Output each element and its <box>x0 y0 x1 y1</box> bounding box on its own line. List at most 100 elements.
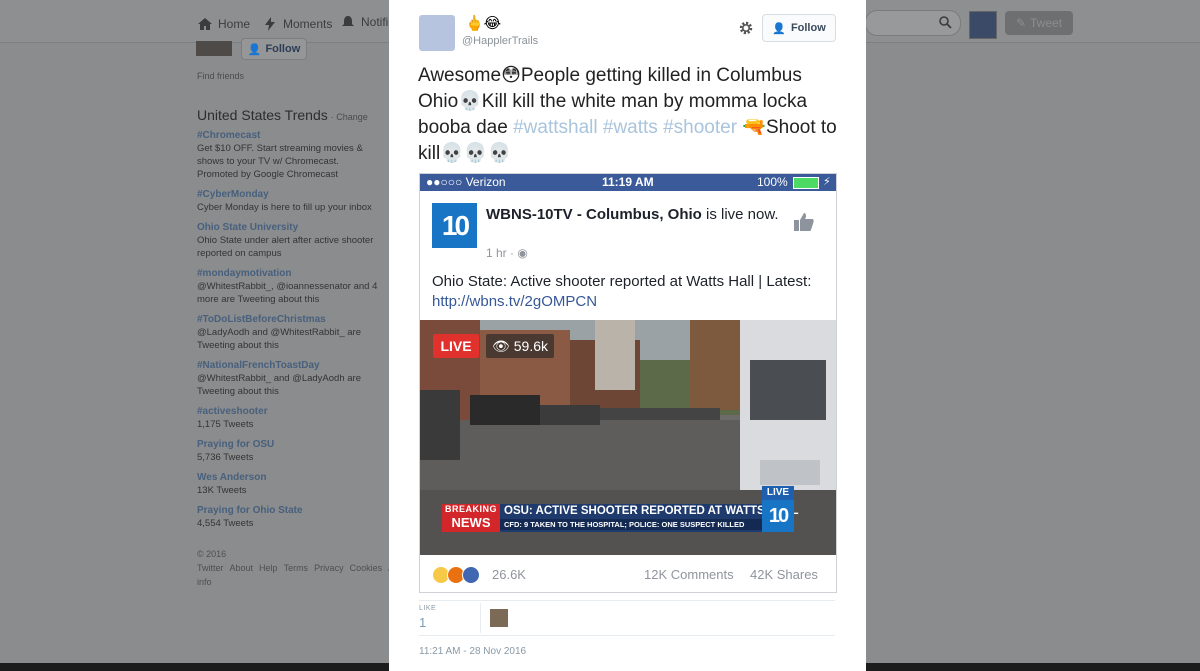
fb-post-time-text: 1 hr · <box>486 246 518 260</box>
fb-page-name: WBNS-10TV - Columbus, Ohio <box>486 206 702 223</box>
footer-link[interactable]: About <box>230 563 254 573</box>
news-label: NEWS <box>451 515 491 530</box>
trends-change-link[interactable]: · Change <box>331 112 368 122</box>
tweet-timestamp[interactable]: 11:21 AM - 28 Nov 2016 <box>419 646 526 657</box>
footer-link[interactable]: Help <box>259 563 278 573</box>
trend-description: @LadyAodh and @WhitestRabbit_ are Tweeti… <box>197 327 361 351</box>
ticker-headline: OSU: ACTIVE SHOOTER REPORTED AT WATTS HA… <box>504 505 799 517</box>
hashtag-link[interactable]: #watts <box>603 117 658 138</box>
footer-link[interactable]: Terms <box>284 563 309 573</box>
reaction-count: 26.6K <box>492 567 526 582</box>
channel-bug: LIVE 10 <box>762 486 794 532</box>
stats-vertical-divider <box>480 603 481 633</box>
trend-description: @WhitestRabbit_, @ioannessenator and 4 m… <box>197 281 378 305</box>
trend-description: Cyber Monday is here to fill up your inb… <box>197 202 372 213</box>
trend-item[interactable]: #mondaymotivation @WhitestRabbit_, @ioann… <box>197 267 387 306</box>
battery-icon <box>793 177 819 189</box>
trend-name[interactable]: #Chromecast <box>197 129 387 142</box>
trend-name[interactable]: Wes Anderson <box>197 471 387 484</box>
author-avatar[interactable] <box>419 15 455 51</box>
tweet-button-label: Tweet <box>1030 16 1063 30</box>
stats-divider-top <box>419 600 835 601</box>
fb-post-time: 1 hr · ◉ <box>486 246 528 260</box>
trend-name[interactable]: Ohio State University <box>197 221 387 234</box>
follow-user-icon: 👤 <box>772 22 786 35</box>
trend-item[interactable]: #ToDoListBeforeChristmas @LadyAodh and @W… <box>197 313 387 352</box>
like-label: LIKE <box>419 605 437 612</box>
viewer-count: 👁 59.6k <box>486 334 554 358</box>
fb-post-body: Ohio State: Active shooter reported at W… <box>432 273 812 290</box>
trend-item[interactable]: Ohio State University Ohio State under al… <box>197 221 387 260</box>
trend-name[interactable]: Praying for OSU <box>197 438 387 451</box>
sidebar-follow-label: Follow <box>265 43 301 55</box>
hashtag-link[interactable]: #wattshall <box>513 117 598 138</box>
suggested-user-avatar <box>196 41 232 56</box>
author-handle[interactable]: @HapplerTrails <box>462 35 538 47</box>
trend-list: #Chromecast Get $10 OFF. Start streaming … <box>197 129 387 530</box>
breaking-label: BREAKING <box>444 504 497 514</box>
home-icon <box>198 18 212 30</box>
footer-link[interactable]: © 2016 Twitter <box>197 549 226 573</box>
fb-post-text: Ohio State: Active shooter reported at W… <box>432 272 822 312</box>
live-badge: LIVE <box>433 334 479 358</box>
comment-count: 12K Comments <box>644 567 734 582</box>
tweet-image[interactable]: ●●○○○ Verizon 11:19 AM 100% ⚡ 10 WBNS-10… <box>419 173 837 593</box>
footer-link[interactable]: Cookies <box>350 563 383 573</box>
trend-name[interactable]: #mondaymotivation <box>197 267 387 280</box>
nav-moments[interactable]: Moments <box>262 16 332 32</box>
ticker-subline: CFD: 9 TAKEN TO THE HOSPITAL; POLICE: ON… <box>500 519 762 530</box>
tweet-text: Awesome😳People getting killed in Columbu… <box>418 63 843 167</box>
channel-bug-live: LIVE <box>762 486 794 500</box>
trend-name[interactable]: #ToDoListBeforeChristmas <box>197 313 387 326</box>
find-friends-link[interactable]: Find friends <box>197 71 244 81</box>
trend-item[interactable]: Wes Anderson 13K Tweets <box>197 471 387 497</box>
phone-status-bar: ●●○○○ Verizon 11:19 AM 100% ⚡ <box>420 174 836 191</box>
trend-description: 5,736 Tweets <box>197 452 254 463</box>
liker-avatar[interactable] <box>490 609 508 627</box>
footer-link[interactable]: Privacy <box>314 563 344 573</box>
trend-item[interactable]: #activeshooter 1,175 Tweets <box>197 405 387 431</box>
nav-home[interactable]: Home <box>197 16 250 32</box>
globe-icon: ◉ <box>517 246 528 260</box>
live-video-frame: LIVE 👁 59.6k BREAKING NEWS OSU: ACTIVE SH… <box>420 320 836 555</box>
reaction-icons <box>432 566 480 584</box>
trend-description: 1,175 Tweets <box>197 419 254 430</box>
author-name[interactable]: 🖕😂 <box>465 14 501 32</box>
tweet-button[interactable]: ✎ Tweet <box>1005 11 1073 35</box>
trend-name[interactable]: #activeshooter <box>197 405 387 418</box>
trends-title: United States Trends · Change <box>197 107 387 123</box>
trend-name[interactable]: #NationalFrenchToastDay <box>197 359 387 372</box>
like-count[interactable]: 1 <box>419 615 426 630</box>
gear-icon[interactable] <box>738 20 754 36</box>
trend-item[interactable]: #CyberMonday Cyber Monday is here to fill… <box>197 188 387 214</box>
profile-avatar[interactable] <box>969 11 997 39</box>
trend-item[interactable]: Praying for Ohio State 4,554 Tweets <box>197 504 387 530</box>
trend-item[interactable]: Praying for OSU 5,736 Tweets <box>197 438 387 464</box>
trends-panel: United States Trends · Change #Chromecast… <box>197 107 387 537</box>
fb-page-suffix: is live now. <box>701 206 779 223</box>
channel-bug-number: 10 <box>762 500 794 532</box>
hashtag-link[interactable]: #shooter <box>663 117 737 138</box>
follow-icon: 👤 <box>247 43 262 56</box>
carrier-text: ●●○○○ Verizon <box>426 175 506 189</box>
fb-post-link: http://wbns.tv/2gOMPCN <box>432 293 598 310</box>
follow-button[interactable]: 👤 Follow <box>762 14 836 42</box>
trend-description: Ohio State under alert after active shoo… <box>197 235 374 259</box>
status-time: 11:19 AM <box>602 175 654 189</box>
tweet-modal: 🖕😂 @HapplerTrails 👤 Follow Awesome😳Peopl… <box>389 0 866 671</box>
fb-page-title: WBNS-10TV - Columbus, Ohio is live now. <box>486 205 786 224</box>
trend-name[interactable]: Praying for Ohio State <box>197 504 387 517</box>
trend-promoted: Promoted by Google Chromecast <box>197 169 338 180</box>
news-ticker: OSU: ACTIVE SHOOTER REPORTED AT WATTS HA… <box>500 504 799 532</box>
trend-item[interactable]: #NationalFrenchToastDay @WhitestRabbit_ a… <box>197 359 387 398</box>
trends-title-text: United States Trends <box>197 107 328 123</box>
trend-name[interactable]: #CyberMonday <box>197 188 387 201</box>
stats-divider-bottom <box>419 635 835 636</box>
search-icon <box>939 16 952 29</box>
fb-reactions-bar: 26.6K 12K Comments 42K Shares <box>420 555 836 592</box>
eye-icon: 👁 <box>491 337 510 354</box>
search-input[interactable] <box>865 10 961 36</box>
lightning-icon <box>265 17 275 31</box>
trend-item[interactable]: #Chromecast Get $10 OFF. Start streaming … <box>197 129 387 181</box>
sidebar-follow-button[interactable]: 👤 Follow <box>241 38 307 60</box>
